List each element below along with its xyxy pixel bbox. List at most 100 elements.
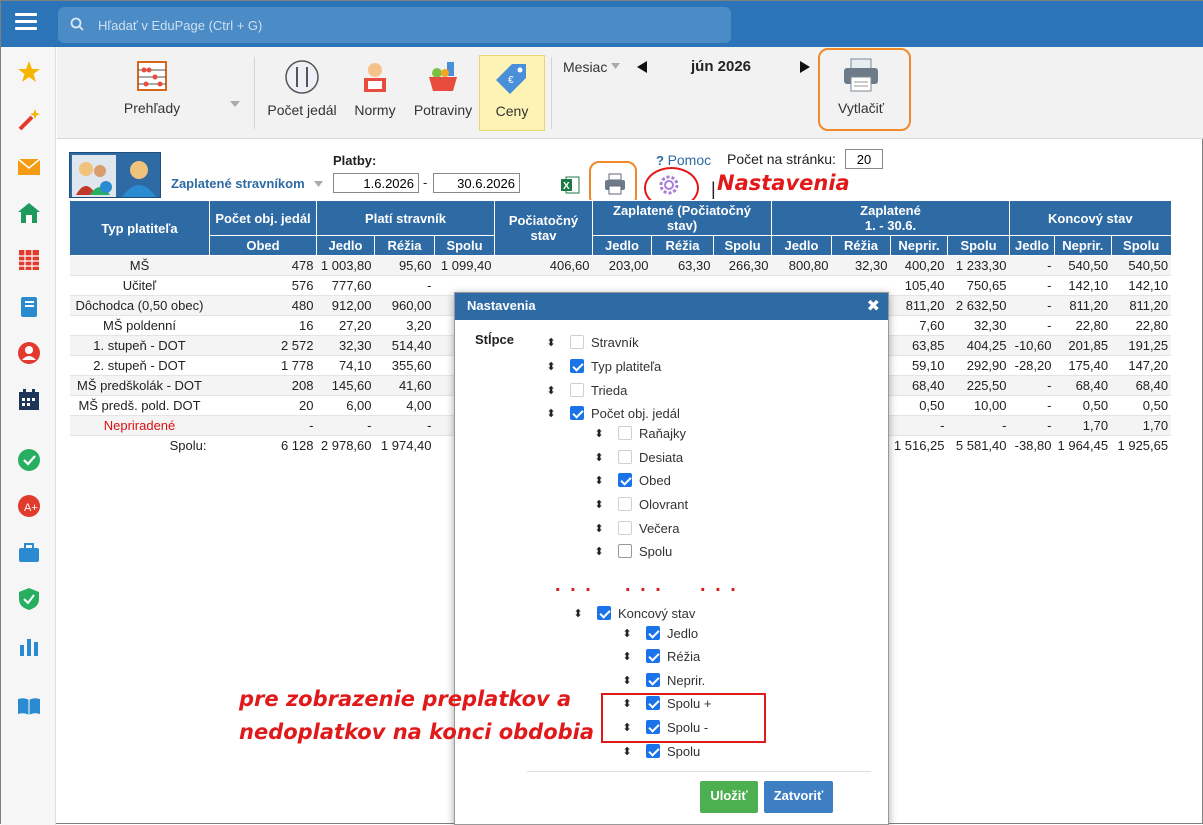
subheader-cell[interactable]: Obed — [209, 235, 317, 256]
drag-handle-icon[interactable]: ⬍ — [594, 474, 604, 487]
help-link[interactable]: ? Pomoc — [656, 152, 711, 168]
pocet-jedal-button[interactable]: Počet jedál — [265, 59, 339, 118]
calendar-grid-icon[interactable] — [16, 247, 42, 273]
column-option[interactable]: ⬍ Počet obj. jedál — [546, 404, 680, 422]
column-option[interactable]: ⬍ Koncový stav — [573, 604, 695, 622]
column-option[interactable]: ⬍ Spolu — [594, 542, 672, 560]
star-icon[interactable] — [16, 59, 42, 85]
checkbox[interactable] — [597, 606, 611, 620]
subheader-cell[interactable]: Jedlo — [592, 235, 652, 256]
column-option[interactable]: ⬍ Raňajky — [594, 424, 686, 442]
checkbox[interactable] — [618, 521, 632, 535]
drag-handle-icon[interactable]: ⬍ — [622, 650, 632, 663]
subheader-cell[interactable]: Spolu — [1110, 235, 1172, 256]
per-page-input[interactable] — [845, 149, 883, 169]
close-button[interactable]: Zatvoriť — [764, 781, 833, 813]
subheader-cell[interactable]: Jedlo — [771, 235, 832, 256]
book-icon[interactable] — [16, 693, 42, 719]
briefcase-icon[interactable] — [16, 540, 42, 566]
column-option[interactable]: ⬍ Olovrant — [594, 495, 688, 513]
close-icon[interactable]: ✖ — [867, 296, 880, 316]
subheader-cell[interactable]: Réžia — [651, 235, 714, 256]
drag-handle-icon[interactable]: ⬍ — [622, 745, 632, 758]
column-option[interactable]: ⬍ Typ platiteľa — [546, 357, 661, 375]
envelope-icon[interactable] — [16, 154, 42, 180]
payer-avatar[interactable] — [69, 152, 161, 198]
checkbox[interactable] — [646, 744, 660, 758]
column-option[interactable]: ⬍ Réžia — [622, 647, 700, 665]
view-select[interactable]: Zaplatené stravníkom — [171, 176, 305, 191]
home-icon[interactable] — [16, 200, 42, 226]
checkbox[interactable] — [618, 497, 632, 511]
search-box[interactable] — [58, 7, 731, 43]
subheader-cell[interactable]: Réžia — [374, 235, 435, 256]
notebook-icon[interactable] — [16, 294, 42, 320]
prehlady-button[interactable]: Prehľady — [117, 59, 187, 116]
drag-handle-icon[interactable]: ⬍ — [594, 427, 604, 440]
calendar-icon[interactable] — [16, 387, 42, 413]
chevron-down-icon[interactable] — [230, 101, 240, 107]
checkbox[interactable] — [570, 406, 584, 420]
drag-handle-icon[interactable]: ⬍ — [546, 336, 556, 349]
drag-handle-icon[interactable]: ⬍ — [594, 545, 604, 558]
save-button[interactable]: Uložiť — [700, 781, 758, 813]
drag-handle-icon[interactable]: ⬍ — [622, 627, 632, 640]
prev-month-icon[interactable] — [637, 61, 647, 73]
subheader-cell[interactable]: Neprir. — [1054, 235, 1112, 256]
column-option[interactable]: ⬍ Spolu — [622, 742, 700, 760]
drag-handle-icon[interactable]: ⬍ — [594, 498, 604, 511]
subheader-cell[interactable]: Jedlo — [1009, 235, 1055, 256]
checkbox[interactable] — [646, 649, 660, 663]
column-option[interactable]: ⬍ Trieda — [546, 381, 627, 399]
col-zaplatene[interactable]: Zaplatené 1. - 30.6. — [771, 200, 1010, 236]
checkbox[interactable] — [618, 544, 632, 558]
column-option[interactable]: ⬍ Obed — [594, 471, 670, 489]
excel-icon[interactable]: X — [560, 175, 580, 195]
checkbox[interactable] — [618, 426, 632, 440]
subheader-cell[interactable]: Spolu — [947, 235, 1010, 256]
drag-handle-icon[interactable]: ⬍ — [622, 674, 632, 687]
subheader-cell[interactable]: Spolu — [434, 235, 495, 256]
column-option[interactable]: ⬍ Jedlo — [622, 624, 698, 642]
user-circle-icon[interactable] — [16, 340, 42, 366]
drag-handle-icon[interactable]: ⬍ — [546, 360, 556, 373]
drag-handle-icon[interactable]: ⬍ — [546, 407, 556, 420]
col-typ[interactable]: Typ platiteľa — [69, 200, 210, 256]
subheader-cell[interactable]: Neprir. — [890, 235, 948, 256]
col-pocet[interactable]: Počet obj. jedál — [209, 200, 317, 236]
grade-icon[interactable]: A+ — [16, 493, 42, 519]
checkbox[interactable] — [570, 383, 584, 397]
check-badge-icon[interactable] — [16, 447, 42, 473]
view-chevron-icon[interactable] — [314, 181, 323, 187]
col-plati[interactable]: Platí stravník — [316, 200, 495, 236]
potraviny-button[interactable]: Potraviny — [413, 59, 473, 118]
hamburger-menu-icon[interactable] — [15, 13, 37, 33]
ceny-button[interactable]: € Ceny — [479, 55, 545, 131]
checkbox[interactable] — [646, 626, 660, 640]
shield-check-icon[interactable] — [16, 586, 42, 612]
subheader-cell[interactable]: Réžia — [831, 235, 891, 256]
column-option[interactable]: ⬍ Stravník — [546, 333, 638, 351]
next-month-icon[interactable] — [800, 61, 810, 73]
checkbox[interactable] — [646, 673, 660, 687]
date-to-input[interactable] — [433, 173, 520, 193]
col-pociatocny[interactable]: Počiatočný stav — [494, 200, 593, 256]
subheader-cell[interactable]: Spolu — [713, 235, 772, 256]
subheader-cell[interactable]: Jedlo — [316, 235, 375, 256]
mesiac-chevron-icon[interactable] — [611, 63, 620, 69]
checkbox[interactable] — [618, 450, 632, 464]
col-zaplatene-poc[interactable]: Zaplatené (Počiatočný stav) — [592, 200, 772, 236]
date-from-input[interactable] — [333, 173, 419, 193]
drag-handle-icon[interactable]: ⬍ — [573, 607, 583, 620]
column-option[interactable]: ⬍ Večera — [594, 519, 679, 537]
checkbox[interactable] — [570, 335, 584, 349]
drag-handle-icon[interactable]: ⬍ — [594, 451, 604, 464]
search-input[interactable] — [96, 15, 696, 35]
mesiac-label[interactable]: Mesiac — [563, 59, 607, 75]
magic-wand-icon[interactable] — [16, 107, 42, 133]
checkbox[interactable] — [618, 473, 632, 487]
col-koncovy[interactable]: Koncový stav — [1009, 200, 1172, 236]
normy-button[interactable]: Normy — [349, 59, 401, 118]
checkbox[interactable] — [570, 359, 584, 373]
column-option[interactable]: ⬍ Neprir. — [622, 671, 705, 689]
